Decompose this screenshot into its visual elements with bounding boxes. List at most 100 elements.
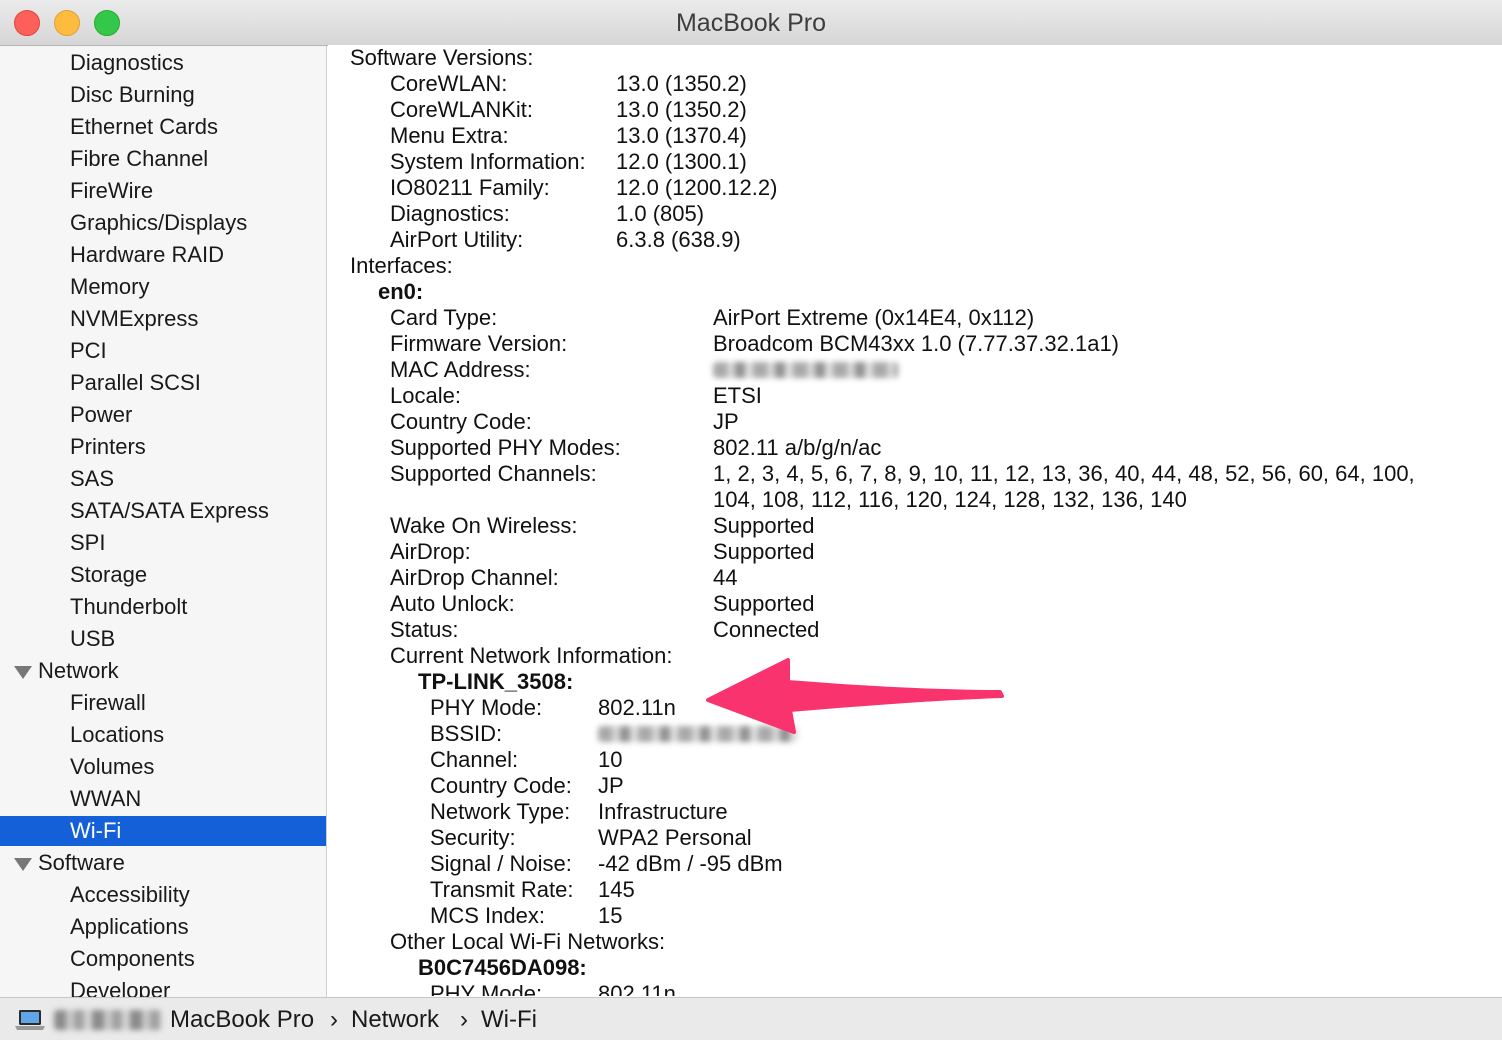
info-key: Other Local Wi-Fi Networks: (390, 929, 666, 954)
info-value: 13.0 (1350.2) (616, 71, 747, 96)
sidebar-item-printers[interactable]: Printers (0, 432, 326, 462)
sidebar-item-label: Components (70, 946, 195, 971)
sidebar-item-memory[interactable]: Memory (0, 272, 326, 302)
sidebar-item-thunderbolt[interactable]: Thunderbolt (0, 592, 326, 622)
sidebar-item-label: Locations (70, 722, 165, 747)
info-key: Wake On Wireless: (390, 513, 578, 538)
info-value: 15 (598, 903, 623, 928)
sidebar-item-label: FireWire (70, 178, 154, 203)
sidebar[interactable]: Diagnostics Disc Burning Ethernet Cards Fib… (0, 46, 327, 997)
breadcrumb-network[interactable]: Network (351, 998, 439, 1040)
sidebar-item-diagnostics[interactable]: Diagnostics (0, 48, 326, 78)
info-key: Security: (430, 825, 516, 850)
sidebar-item-label: Disc Burning (70, 82, 195, 107)
sidebar-item-label: Power (70, 402, 133, 427)
info-row: Diagnostics: 1.0 (805) (328, 201, 1502, 227)
info-row: MAC Address: (328, 357, 1502, 383)
sidebar-item-label: USB (70, 626, 116, 651)
detail-pane[interactable]: Software Versions: CoreWLAN: 13.0 (1350.2)… (328, 45, 1502, 996)
sidebar-item-accessibility[interactable]: Accessibility (0, 880, 326, 910)
info-key: Country Code: (390, 409, 532, 434)
sidebar-item-firewire[interactable]: FireWire (0, 176, 326, 206)
sidebar-item-label: Wi-Fi (70, 818, 122, 843)
info-row: Country Code: JP (328, 773, 1502, 799)
sidebar-item-power[interactable]: Power (0, 400, 326, 430)
sidebar-item-firewall[interactable]: Firewall (0, 688, 326, 718)
sidebar-item-wwan[interactable]: WWAN (0, 784, 326, 814)
info-row: System Information: 12.0 (1300.1) (328, 149, 1502, 175)
redacted-computer-name (54, 1010, 162, 1030)
info-key: Channel: (430, 747, 519, 772)
info-row: Signal / Noise: -42 dBm / -95 dBm (328, 851, 1502, 877)
sidebar-item-wi-fi[interactable]: Wi-Fi (0, 816, 326, 846)
info-key: MAC Address: (390, 357, 531, 382)
sidebar-item-usb[interactable]: USB (0, 624, 326, 654)
sidebar-item-disc-burning[interactable]: Disc Burning (0, 80, 326, 110)
sidebar-item-sas[interactable]: SAS (0, 464, 326, 494)
sidebar-item-ethernet-cards[interactable]: Ethernet Cards (0, 112, 326, 142)
info-key: AirDrop Channel: (390, 565, 559, 590)
info-key: Supported PHY Modes: (390, 435, 621, 460)
info-key: Firmware Version: (390, 331, 568, 356)
sidebar-item-pci[interactable]: PCI (0, 336, 326, 366)
info-key: Transmit Rate: (430, 877, 574, 902)
sidebar-item-nvmexpress[interactable]: NVMExpress (0, 304, 326, 334)
disclosure-triangle-icon[interactable] (14, 858, 32, 871)
info-row: AirDrop Channel: 44 (328, 565, 1502, 591)
info-value: -42 dBm / -95 dBm (598, 851, 783, 876)
sidebar-item-spi[interactable]: SPI (0, 528, 326, 558)
info-value: Supported (713, 513, 815, 538)
sidebar-item-parallel-scsi[interactable]: Parallel SCSI (0, 368, 326, 398)
sidebar-item-applications[interactable]: Applications (0, 912, 326, 942)
info-row: IO80211 Family: 12.0 (1200.12.2) (328, 175, 1502, 201)
sidebar-item-label: Network (38, 658, 119, 683)
info-value: 104, 108, 112, 116, 120, 124, 128, 132, … (713, 487, 1187, 512)
sidebar-item-label: Accessibility (70, 882, 190, 907)
info-key: Card Type: (390, 305, 498, 330)
title-bar[interactable]: MacBook Pro (0, 0, 1502, 46)
sidebar-item-label: NVMExpress (70, 306, 199, 331)
sidebar-item-hardware-raid[interactable]: Hardware RAID (0, 240, 326, 270)
sidebar-item-locations[interactable]: Locations (0, 720, 326, 750)
info-row: Software Versions: (328, 45, 1502, 71)
info-key: IO80211 Family: (390, 175, 550, 200)
laptop-icon (15, 1010, 45, 1030)
info-key: Software Versions: (350, 45, 534, 70)
info-key: Network Type: (430, 799, 571, 824)
sidebar-item-label: SATA/SATA Express (70, 498, 269, 523)
info-key: CoreWLANKit: (390, 97, 534, 122)
info-value: 10 (598, 747, 623, 772)
info-value: 6.3.8 (638.9) (616, 227, 741, 252)
sidebar-item-graphics-displays[interactable]: Graphics/Displays (0, 208, 326, 238)
info-key: Supported Channels: (390, 461, 597, 486)
info-row: Country Code: JP (328, 409, 1502, 435)
section-heading: en0: (378, 279, 424, 304)
info-row: CoreWLAN: 13.0 (1350.2) (328, 71, 1502, 97)
sidebar-item-label: Memory (70, 274, 150, 299)
info-value: JP (598, 773, 624, 798)
sidebar-item-fibre-channel[interactable]: Fibre Channel (0, 144, 326, 174)
sidebar-group-software[interactable]: Software (0, 848, 326, 878)
sidebar-item-sata-sata-express[interactable]: SATA/SATA Express (0, 496, 326, 526)
path-bar: MacBook Pro › Network › Wi-Fi (0, 997, 1502, 1040)
sidebar-item-label: Printers (70, 434, 146, 459)
info-value: 13.0 (1370.4) (616, 123, 747, 148)
sidebar-item-volumes[interactable]: Volumes (0, 752, 326, 782)
sidebar-item-storage[interactable]: Storage (0, 560, 326, 590)
disclosure-triangle-icon[interactable] (14, 666, 32, 679)
info-row: AirDrop: Supported (328, 539, 1502, 565)
sidebar-item-label: Applications (70, 914, 189, 939)
breadcrumb-macbook-pro[interactable]: MacBook Pro (170, 998, 314, 1040)
info-value: 44 (713, 565, 738, 590)
sidebar-item-components[interactable]: Components (0, 944, 326, 974)
breadcrumb-wi-fi[interactable]: Wi-Fi (481, 998, 537, 1040)
info-row: Status: Connected (328, 617, 1502, 643)
breadcrumb-separator: › (330, 1006, 338, 1033)
info-value: ETSI (713, 383, 762, 408)
info-key: CoreWLAN: (390, 71, 508, 96)
sidebar-group-network[interactable]: Network (0, 656, 326, 686)
info-row: Transmit Rate: 145 (328, 877, 1502, 903)
info-row: en0: (328, 279, 1502, 305)
info-row: CoreWLANKit: 13.0 (1350.2) (328, 97, 1502, 123)
sidebar-item-developer[interactable]: Developer (0, 976, 326, 997)
